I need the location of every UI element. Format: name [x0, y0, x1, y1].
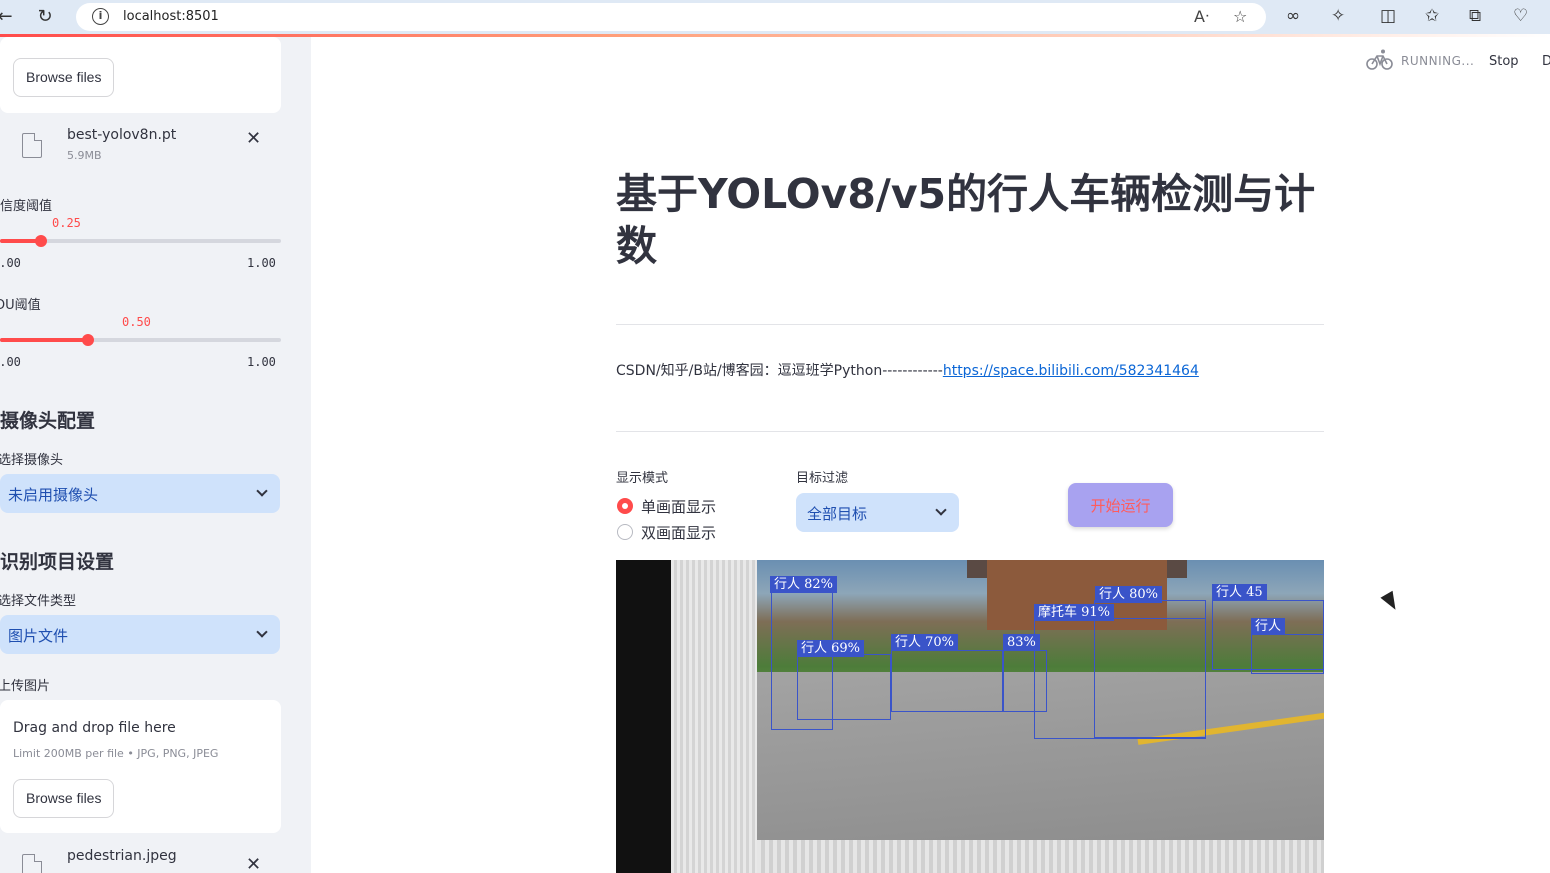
address-bar[interactable]: i localhost:8501 Aᐧ ☆	[76, 3, 1266, 31]
stop-button[interactable]: Stop	[1489, 54, 1519, 69]
read-aloud-icon[interactable]: Aᐧ	[1194, 7, 1209, 26]
iou-slider[interactable]	[0, 334, 281, 346]
target-filter-label: 目标过滤	[796, 471, 849, 486]
radio-label: 单画面显示	[641, 498, 717, 516]
camera-section-heading: 摄像头配置	[0, 410, 96, 432]
detection-label: 行人 80%	[1095, 586, 1163, 603]
remove-model-file-close-icon[interactable]: ✕	[246, 128, 261, 149]
recognition-section-heading: 识别项目设置	[0, 551, 115, 573]
extension-infinity-icon[interactable]: ∞	[1286, 6, 1300, 26]
image-wall-region	[671, 560, 757, 873]
split-screen-icon[interactable]: ◫	[1380, 6, 1396, 26]
confidence-slider[interactable]	[0, 235, 281, 247]
page-title: 基于YOLOv8/v5的行人车辆检测与计数	[616, 170, 1316, 270]
mouse-cursor-icon	[1380, 590, 1402, 614]
radio-selected-indicator	[617, 498, 633, 514]
street-photo: 行人 82% 行人 80% 行人 45 摩托车 91% 行人 行人 69% 行人…	[757, 560, 1324, 840]
divider	[616, 431, 1324, 432]
image-file-name: pedestrian.jpeg	[67, 848, 177, 864]
image-upload-dropzone[interactable]: Drag and drop file here Limit 200MB per …	[0, 700, 281, 833]
uploaded-image-file: pedestrian.jpeg ✕	[0, 848, 281, 873]
display-mode-label: 显示模式	[616, 471, 669, 486]
detection-box	[1034, 618, 1206, 739]
running-status: RUNNING...	[1401, 54, 1475, 68]
image-bottom-region	[757, 840, 1324, 873]
dropzone-limit: Limit 200MB per file • JPG, PNG, JPEG	[13, 747, 219, 760]
detection-label: 行人 45	[1212, 584, 1267, 601]
browser-toolbar: ← ↻ i localhost:8501 Aᐧ ☆ ∞ ✧ ◫ ✩ ⧉ ♡	[0, 0, 1550, 34]
info-prefix: CSDN/知乎/B站/博客园：逗逗班学Python------------	[616, 363, 943, 379]
iou-slider-thumb[interactable]	[82, 334, 95, 346]
detection-box	[891, 650, 1003, 712]
camera-select-value: 未启用摄像头	[8, 486, 99, 504]
confidence-min: 0.00	[0, 256, 21, 270]
image-dark-edge	[616, 560, 671, 873]
site-info-icon[interactable]: i	[92, 8, 109, 25]
file-type-label: 选择文件类型	[0, 594, 77, 609]
iou-label: IOU阈值	[0, 298, 41, 313]
chevron-down-icon	[256, 485, 268, 497]
detection-label: 83%	[1003, 634, 1040, 651]
iou-min: 0.00	[0, 355, 21, 369]
upload-image-label: 上传图片	[0, 679, 51, 694]
detection-label: 行人	[1251, 618, 1286, 635]
file-type-select-value: 图片文件	[8, 627, 69, 645]
start-run-button[interactable]: 开始运行	[1068, 483, 1173, 527]
detection-label: 行人 82%	[770, 576, 838, 593]
remove-image-file-close-icon[interactable]: ✕	[246, 854, 261, 873]
favorite-star-icon[interactable]: ☆	[1233, 7, 1247, 26]
divider	[616, 324, 1324, 325]
model-file-size: 5.9MB	[67, 149, 102, 162]
file-icon	[22, 133, 42, 158]
file-type-select[interactable]: 图片文件	[0, 615, 280, 654]
url-text: localhost:8501	[123, 9, 219, 24]
browse-image-button[interactable]: Browse files	[13, 779, 115, 818]
iou-value: 0.50	[122, 315, 151, 329]
target-filter-select[interactable]: 全部目标	[796, 493, 959, 532]
back-arrow-icon[interactable]: ←	[0, 6, 16, 28]
detection-box	[797, 654, 891, 720]
detection-label: 摩托车 91%	[1034, 604, 1115, 621]
browse-model-button[interactable]: Browse files	[13, 58, 115, 97]
camera-select[interactable]: 未启用摄像头	[0, 474, 280, 513]
confidence-label: 置信度阈值	[0, 199, 53, 214]
running-bicycle-icon	[1366, 49, 1393, 70]
detection-box	[1003, 650, 1047, 712]
dropzone-title: Drag and drop file here	[13, 720, 176, 736]
detection-box	[1251, 634, 1324, 674]
iou-max: 1.00	[247, 355, 276, 369]
deploy-button[interactable]: D	[1542, 54, 1550, 69]
confidence-max: 1.00	[247, 256, 276, 270]
confidence-slider-thumb[interactable]	[35, 235, 48, 247]
camera-select-label: 选择摄像头	[0, 453, 64, 468]
uploaded-model-file: best-yolov8n.pt 5.9MB ✕	[0, 127, 281, 177]
detection-result-image: 行人 82% 行人 80% 行人 45 摩托车 91% 行人 行人 69% 行人…	[616, 560, 1324, 873]
chevron-down-icon	[935, 504, 947, 516]
start-run-label: 开始运行	[1090, 497, 1151, 515]
chevron-down-icon	[256, 626, 268, 638]
confidence-value: 0.25	[52, 216, 81, 230]
model-file-name: best-yolov8n.pt	[67, 127, 177, 143]
detection-label: 行人 69%	[797, 640, 865, 657]
sidebar: Browse files best-yolov8n.pt 5.9MB ✕ 置信度…	[0, 37, 311, 873]
refresh-icon[interactable]: ↻	[34, 6, 56, 28]
collections-icon[interactable]: ⧉	[1469, 6, 1481, 26]
model-upload-dropzone[interactable]: Browse files	[0, 37, 281, 113]
browser-essentials-icon[interactable]: ♡	[1513, 6, 1528, 26]
radio-label: 双画面显示	[641, 524, 717, 542]
radio-unselected-indicator	[617, 524, 633, 540]
favorites-icon[interactable]: ✩	[1425, 6, 1439, 26]
bilibili-link[interactable]: https://space.bilibili.com/582341464	[943, 363, 1199, 379]
target-filter-value: 全部目标	[807, 505, 868, 523]
info-line: CSDN/知乎/B站/博客园：逗逗班学Python------------htt…	[616, 360, 1199, 380]
iou-slider-fill	[0, 338, 89, 342]
file-icon	[22, 854, 42, 873]
extensions-puzzle-icon[interactable]: ✧	[1331, 6, 1345, 26]
detection-label: 行人 70%	[891, 634, 959, 651]
